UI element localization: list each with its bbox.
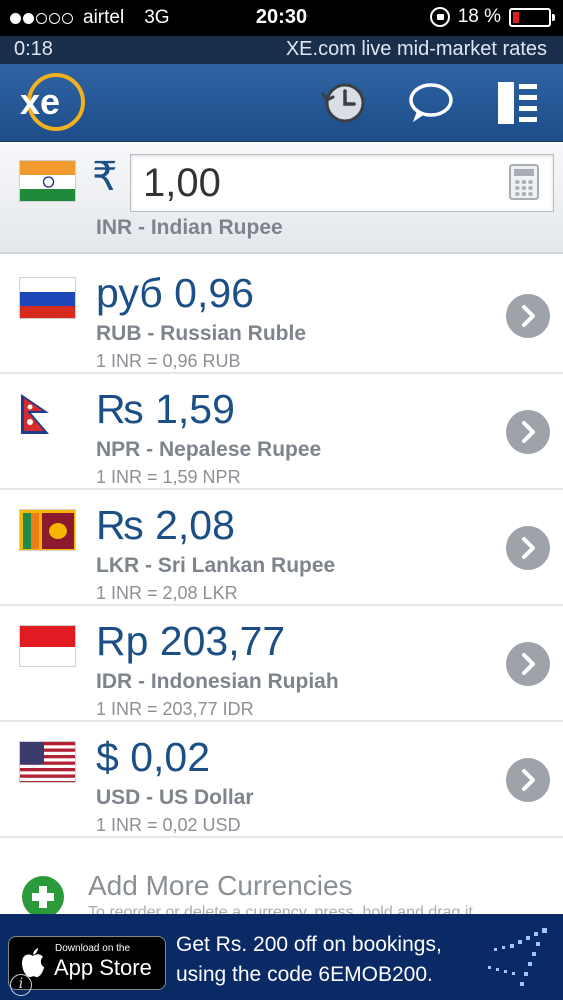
amount-input[interactable] xyxy=(130,154,554,212)
chat-icon xyxy=(409,83,453,122)
chevron-right-icon xyxy=(522,769,535,791)
history-button[interactable] xyxy=(318,78,368,128)
converted-amount: ₨ 1,59 xyxy=(96,386,235,432)
currency-detail-button[interactable] xyxy=(506,758,550,802)
currency-detail-button[interactable] xyxy=(506,526,550,570)
plus-icon[interactable] xyxy=(22,876,64,914)
menu-button[interactable] xyxy=(494,78,544,128)
russia-flag-icon xyxy=(19,277,76,319)
currency-name: LKR - Sri Lankan Rupee xyxy=(96,554,336,577)
converted-amount: руб 0,96 xyxy=(96,270,254,316)
exchange-rate: 1 INR = 203,77 IDR xyxy=(96,699,254,719)
status-bar: airtel 3G 20:30 18 % xyxy=(0,0,563,36)
app-header: xe xyxy=(0,64,563,142)
currency-row-usd[interactable]: $ 0,02 USD - US Dollar 1 INR = 0,02 USD xyxy=(0,722,563,838)
base-currency-name: INR - Indian Rupee xyxy=(96,216,283,239)
info-bar: 0:18 XE.com live mid-market rates xyxy=(0,36,563,64)
chevron-right-icon xyxy=(522,537,535,559)
info-icon[interactable]: i xyxy=(10,974,32,996)
ad-text: Get Rs. 200 off on bookings, using the c… xyxy=(176,930,442,990)
india-flag-icon[interactable] xyxy=(19,160,76,202)
svg-text:xe: xe xyxy=(20,81,60,122)
base-currency-panel: ₹ INR - Indian Rupee xyxy=(0,142,563,254)
ad-banner[interactable]: Download on the App Store Get Rs. 200 of… xyxy=(0,914,563,1000)
menu-icon xyxy=(498,82,537,124)
base-currency-symbol: ₹ xyxy=(92,155,118,199)
exchange-rate: 1 INR = 0,96 RUB xyxy=(96,351,241,371)
update-timer: 0:18 xyxy=(14,38,53,60)
currency-list: руб 0,96 RUB - Russian Ruble 1 INR = 0,9… xyxy=(0,258,563,838)
badge-small-text: Download on the xyxy=(55,943,131,954)
sri-lanka-flag-icon xyxy=(19,509,76,551)
rates-tagline: XE.com live mid-market rates xyxy=(285,38,547,60)
badge-big-text: App Store xyxy=(54,955,152,980)
battery-icon xyxy=(509,7,555,27)
currency-name: RUB - Russian Ruble xyxy=(96,322,307,345)
chevron-right-icon xyxy=(522,305,535,327)
xe-logo[interactable]: xe xyxy=(16,72,88,132)
currency-row-idr[interactable]: Rp 203,77 IDR - Indonesian Rupiah 1 INR … xyxy=(0,606,563,722)
calculator-icon[interactable] xyxy=(509,164,539,200)
history-icon xyxy=(321,83,365,123)
converted-amount: $ 0,02 xyxy=(96,734,210,780)
airline-logo-icon xyxy=(488,928,547,986)
currency-name: NPR - Nepalese Rupee xyxy=(96,438,322,461)
ad-line-1: Get Rs. 200 off on bookings, xyxy=(176,933,442,956)
nepal-flag-icon xyxy=(19,393,76,435)
ad-line-2: using the code 6EMOB200. xyxy=(176,963,433,986)
exchange-rate: 1 INR = 1,59 NPR xyxy=(96,467,241,487)
add-more-label[interactable]: Add More Currencies xyxy=(88,870,353,902)
exchange-rate: 1 INR = 2,08 LKR xyxy=(96,583,238,603)
reorder-hint: To reorder or delete a currency, press, … xyxy=(88,904,473,914)
currency-row-lkr[interactable]: ₨ 2,08 LKR - Sri Lankan Rupee 1 INR = 2,… xyxy=(0,490,563,606)
chevron-right-icon xyxy=(522,653,535,675)
currency-detail-button[interactable] xyxy=(506,642,550,686)
rotation-lock-icon xyxy=(429,7,450,27)
battery-percent: 18 % xyxy=(457,6,501,27)
currency-detail-button[interactable] xyxy=(506,410,550,454)
currency-name: IDR - Indonesian Rupiah xyxy=(96,670,339,693)
feedback-button[interactable] xyxy=(406,78,456,128)
currency-row-npr[interactable]: ₨ 1,59 NPR - Nepalese Rupee 1 INR = 1,59… xyxy=(0,374,563,490)
converted-amount: Rp 203,77 xyxy=(96,618,286,664)
chevron-right-icon xyxy=(522,421,535,443)
exchange-rate: 1 INR = 0,02 USD xyxy=(96,815,241,835)
usa-flag-icon xyxy=(19,741,76,783)
currency-name: USD - US Dollar xyxy=(96,786,254,809)
add-more-currencies[interactable]: Add More Currencies To reorder or delete… xyxy=(0,840,563,914)
currency-row-rub[interactable]: руб 0,96 RUB - Russian Ruble 1 INR = 0,9… xyxy=(0,258,563,374)
converted-amount: ₨ 2,08 xyxy=(96,502,235,548)
indonesia-flag-icon xyxy=(19,625,76,667)
currency-detail-button[interactable] xyxy=(506,294,550,338)
